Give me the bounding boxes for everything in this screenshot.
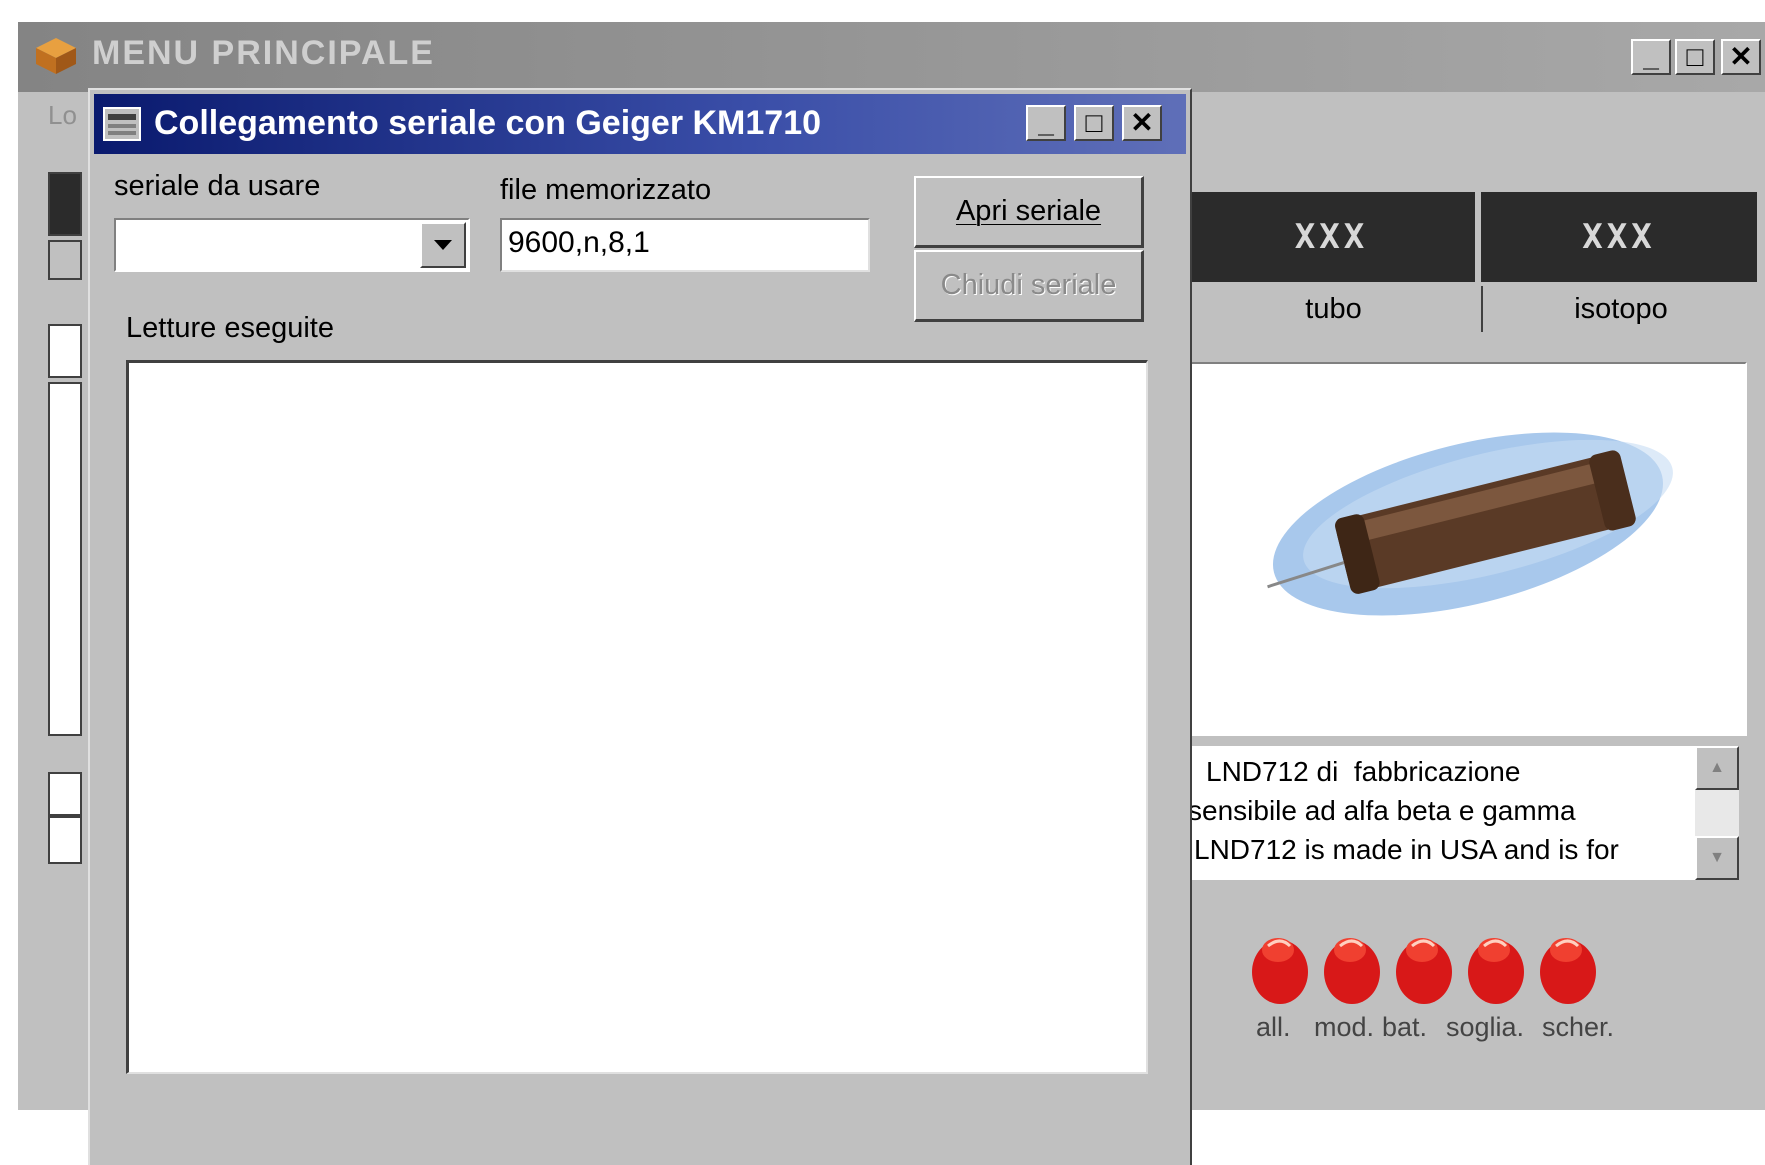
readings-list[interactable] <box>126 360 1148 1074</box>
geiger-tube-image <box>1186 362 1747 736</box>
app-cube-icon <box>36 38 76 74</box>
main-titlebar[interactable]: MENU PRINCIPALE _ □ ✕ <box>18 22 1765 92</box>
hidden-control <box>48 240 82 280</box>
hidden-control <box>48 172 82 236</box>
main-minimize-button[interactable]: _ <box>1631 39 1671 75</box>
stored-settings-field[interactable]: 9600,n,8,1 <box>500 218 870 272</box>
hidden-control <box>48 816 82 864</box>
readings-label: Letture eseguite <box>126 312 334 344</box>
close-icon: ✕ <box>1729 41 1753 72</box>
main-menu-item[interactable]: Lo <box>48 100 77 131</box>
led-label-all: all. <box>1256 1012 1291 1042</box>
description-line: sensibile ad alfa beta e gamma <box>1188 795 1576 826</box>
dialog-title: Collegamento seriale con Geiger KM1710 <box>154 104 822 142</box>
maximize-icon: □ <box>1085 107 1103 138</box>
arrow-down-icon: ▼ <box>1709 849 1725 866</box>
description-scrollbar[interactable]: ▲ ▼ <box>1695 746 1739 880</box>
red-led-icon <box>1324 938 1380 1004</box>
led-label-mod: mod. <box>1314 1012 1375 1042</box>
description-line: LND712 is made in USA and is for <box>1194 834 1619 865</box>
minimize-icon: _ <box>1038 107 1054 138</box>
main-close-button[interactable]: ✕ <box>1721 39 1761 75</box>
hidden-control <box>48 324 82 378</box>
main-maximize-button[interactable]: □ <box>1675 39 1715 75</box>
tube-label: tubo <box>1188 286 1477 332</box>
description-textbox[interactable]: LND712 di fabbricazione sensibile ad alfa… <box>1188 746 1739 880</box>
chevron-down-icon <box>434 240 452 250</box>
led-label-bat: bat. <box>1382 1012 1428 1042</box>
dialog-close-button[interactable]: ✕ <box>1122 105 1162 141</box>
serial-port-label: seriale da usare <box>114 170 321 202</box>
red-led-icon <box>1540 938 1596 1004</box>
status-leds: all. mod. bat. soglia. scher. <box>1244 928 1624 1048</box>
scroll-down-button[interactable]: ▼ <box>1695 836 1739 880</box>
minimize-icon: _ <box>1643 41 1659 72</box>
arrow-up-icon: ▲ <box>1709 759 1725 776</box>
close-icon: ✕ <box>1130 107 1154 138</box>
serial-port-select[interactable] <box>114 218 470 272</box>
dialog-titlebar[interactable]: Collegamento seriale con Geiger KM1710 _… <box>94 94 1186 154</box>
red-led-icon <box>1468 938 1524 1004</box>
isotope-label: isotopo <box>1481 286 1759 332</box>
scroll-up-button[interactable]: ▲ <box>1695 746 1739 790</box>
geiger-tube-picture <box>1267 432 1673 616</box>
description-line: LND712 di fabbricazione <box>1206 756 1521 787</box>
main-window-title: MENU PRINCIPALE <box>92 34 435 72</box>
dialog-minimize-button[interactable]: _ <box>1026 105 1066 141</box>
dialog-app-icon <box>103 107 141 141</box>
value-header-1: XXX <box>1188 192 1475 282</box>
stored-file-label: file memorizzato <box>500 174 712 206</box>
open-serial-label: Apri seriale <box>955 195 1102 227</box>
open-serial-button[interactable]: Apri seriale <box>914 176 1144 248</box>
close-serial-button[interactable]: Chiudi seriale <box>914 250 1144 322</box>
maximize-icon: □ <box>1686 41 1704 72</box>
red-led-icon <box>1396 938 1452 1004</box>
serial-dialog: Collegamento seriale con Geiger KM1710 _… <box>88 88 1192 1165</box>
dialog-maximize-button[interactable]: □ <box>1074 105 1114 141</box>
value-header-2: XXX <box>1481 192 1757 282</box>
red-led-icon <box>1252 938 1308 1004</box>
led-label-soglia: soglia. <box>1446 1012 1525 1042</box>
hidden-control <box>48 382 82 736</box>
hidden-control <box>48 772 82 816</box>
led-label-scher: scher. <box>1542 1012 1615 1042</box>
serial-dropdown-button[interactable] <box>420 222 466 268</box>
description-text: LND712 di fabbricazione sensibile ad alfa… <box>1188 752 1688 869</box>
close-serial-label: Chiudi seriale <box>940 269 1117 301</box>
